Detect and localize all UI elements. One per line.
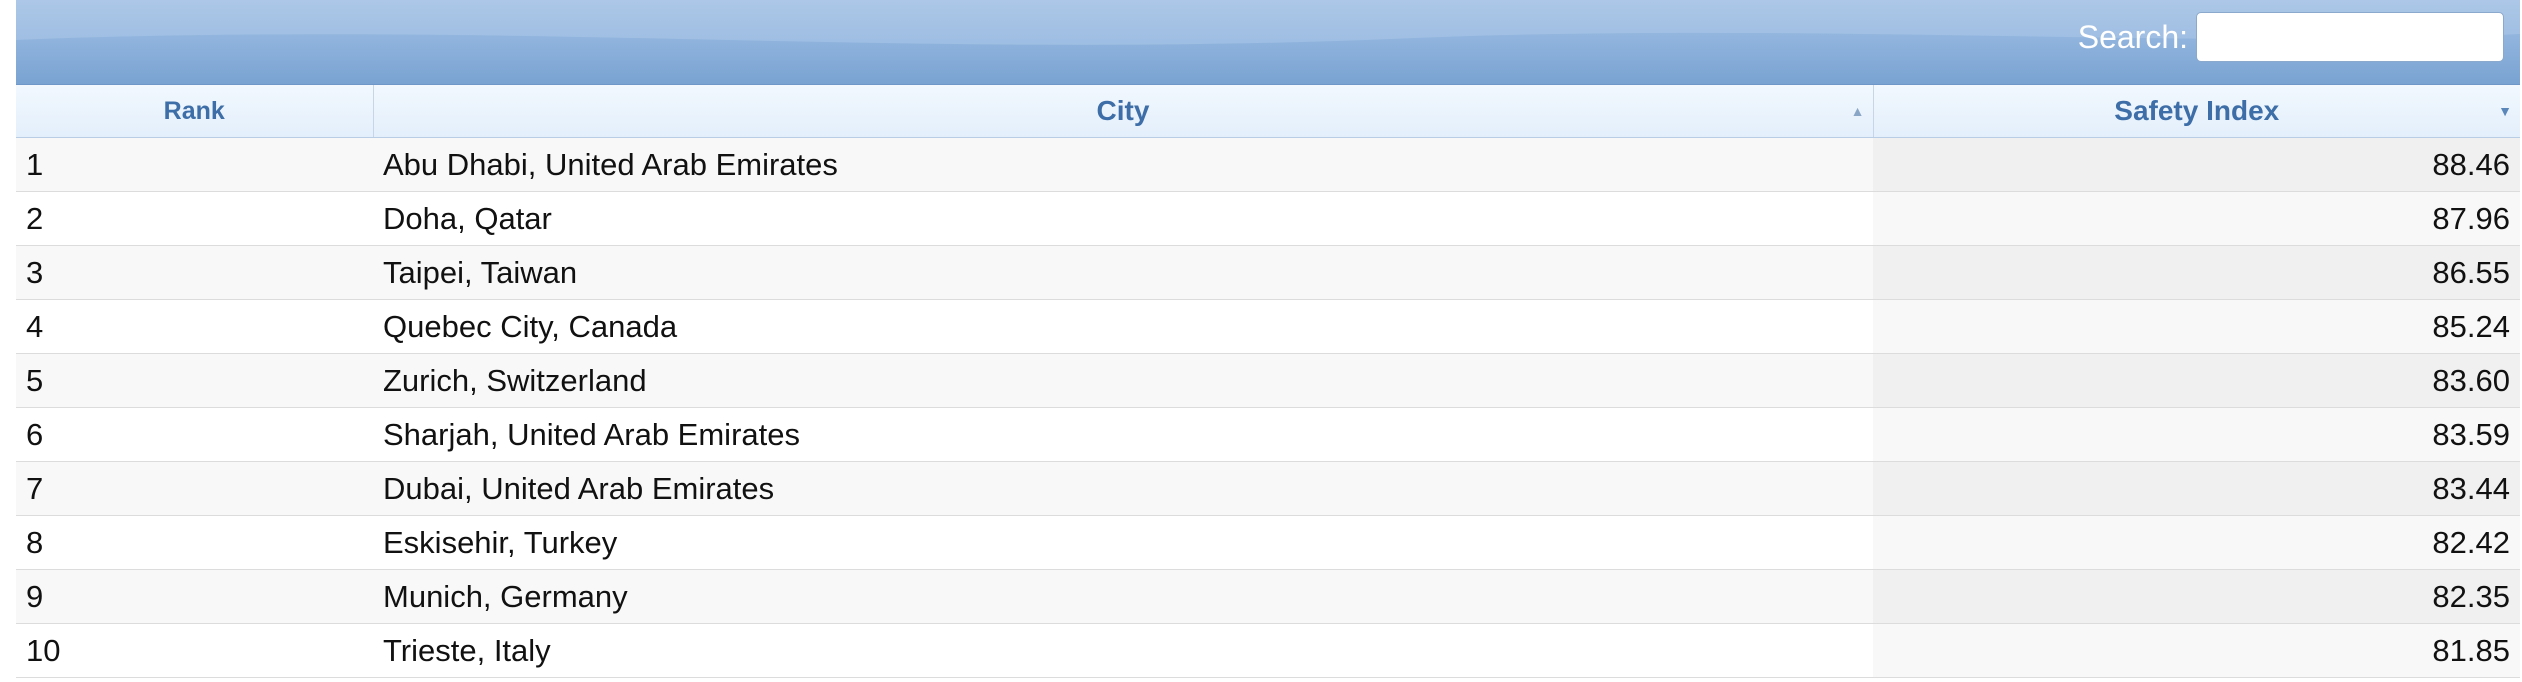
cell-city: Trieste, Italy bbox=[373, 623, 1873, 678]
table-row: 3 Taipei, Taiwan 86.55 bbox=[16, 245, 2520, 300]
search-label: Search: bbox=[2077, 18, 2188, 55]
cell-safety-index: 81.85 bbox=[1873, 623, 2520, 678]
cell-city: Munich, Germany bbox=[373, 569, 1873, 624]
table-toolbar: Search: bbox=[16, 0, 2520, 85]
cell-safety-index: 83.44 bbox=[1873, 461, 2520, 516]
cell-safety-index: 82.35 bbox=[1873, 569, 2520, 624]
cell-rank: 1 bbox=[16, 137, 373, 192]
cell-safety-index: 86.55 bbox=[1873, 245, 2520, 300]
cell-city: Abu Dhabi, United Arab Emirates bbox=[373, 137, 1873, 192]
cell-city: Taipei, Taiwan bbox=[373, 245, 1873, 300]
search-box: Search: bbox=[2078, 12, 2504, 62]
cell-rank: 2 bbox=[16, 191, 373, 246]
ranking-table-widget: Search: Rank City ▲ Safety Index ▼ 1 Abu… bbox=[16, 0, 2520, 678]
table-row: 4 Quebec City, Canada 85.24 bbox=[16, 299, 2520, 354]
cell-safety-index: 88.46 bbox=[1873, 137, 2520, 192]
cell-safety-index: 85.24 bbox=[1873, 299, 2520, 354]
cell-rank: 6 bbox=[16, 407, 373, 462]
cell-safety-index: 83.59 bbox=[1873, 407, 2520, 462]
table-row: 10 Trieste, Italy 81.85 bbox=[16, 623, 2520, 678]
search-input[interactable] bbox=[2196, 12, 2504, 62]
table-row: 9 Munich, Germany 82.35 bbox=[16, 569, 2520, 624]
cell-safety-index: 82.42 bbox=[1873, 515, 2520, 570]
cell-city: Zurich, Switzerland bbox=[373, 353, 1873, 408]
cell-city: Sharjah, United Arab Emirates bbox=[373, 407, 1873, 462]
cell-rank: 7 bbox=[16, 461, 373, 516]
table-row: 2 Doha, Qatar 87.96 bbox=[16, 191, 2520, 246]
table-row: 5 Zurich, Switzerland 83.60 bbox=[16, 353, 2520, 408]
cell-rank: 9 bbox=[16, 569, 373, 624]
cell-rank: 4 bbox=[16, 299, 373, 354]
cell-safety-index: 83.60 bbox=[1873, 353, 2520, 408]
cell-city: Quebec City, Canada bbox=[373, 299, 1873, 354]
table-row: 6 Sharjah, United Arab Emirates 83.59 bbox=[16, 407, 2520, 462]
column-header-city-label: City bbox=[1096, 95, 1150, 126]
column-header-safety-index[interactable]: Safety Index ▼ bbox=[1873, 85, 2520, 138]
table-row: 7 Dubai, United Arab Emirates 83.44 bbox=[16, 461, 2520, 516]
cell-city: Doha, Qatar bbox=[373, 191, 1873, 246]
column-header-city[interactable]: City ▲ bbox=[373, 85, 1874, 138]
cell-rank: 5 bbox=[16, 353, 373, 408]
column-header-rank[interactable]: Rank bbox=[16, 85, 374, 138]
cell-rank: 8 bbox=[16, 515, 373, 570]
cell-rank: 10 bbox=[16, 623, 373, 678]
column-header-safety-index-label: Safety Index bbox=[2114, 95, 2280, 126]
cell-city: Dubai, United Arab Emirates bbox=[373, 461, 1873, 516]
cell-rank: 3 bbox=[16, 245, 373, 300]
column-header-rank-label: Rank bbox=[163, 96, 225, 125]
cell-city: Eskisehir, Turkey bbox=[373, 515, 1873, 570]
city-safety-table: Rank City ▲ Safety Index ▼ 1 Abu Dhabi, … bbox=[16, 85, 2520, 678]
table-header-row: Rank City ▲ Safety Index ▼ bbox=[16, 85, 2520, 138]
table-row: 1 Abu Dhabi, United Arab Emirates 88.46 bbox=[16, 137, 2520, 192]
table-row: 8 Eskisehir, Turkey 82.42 bbox=[16, 515, 2520, 570]
cell-safety-index: 87.96 bbox=[1873, 191, 2520, 246]
sort-asc-icon: ▲ bbox=[1850, 103, 1865, 119]
sort-desc-icon: ▼ bbox=[2498, 103, 2512, 119]
